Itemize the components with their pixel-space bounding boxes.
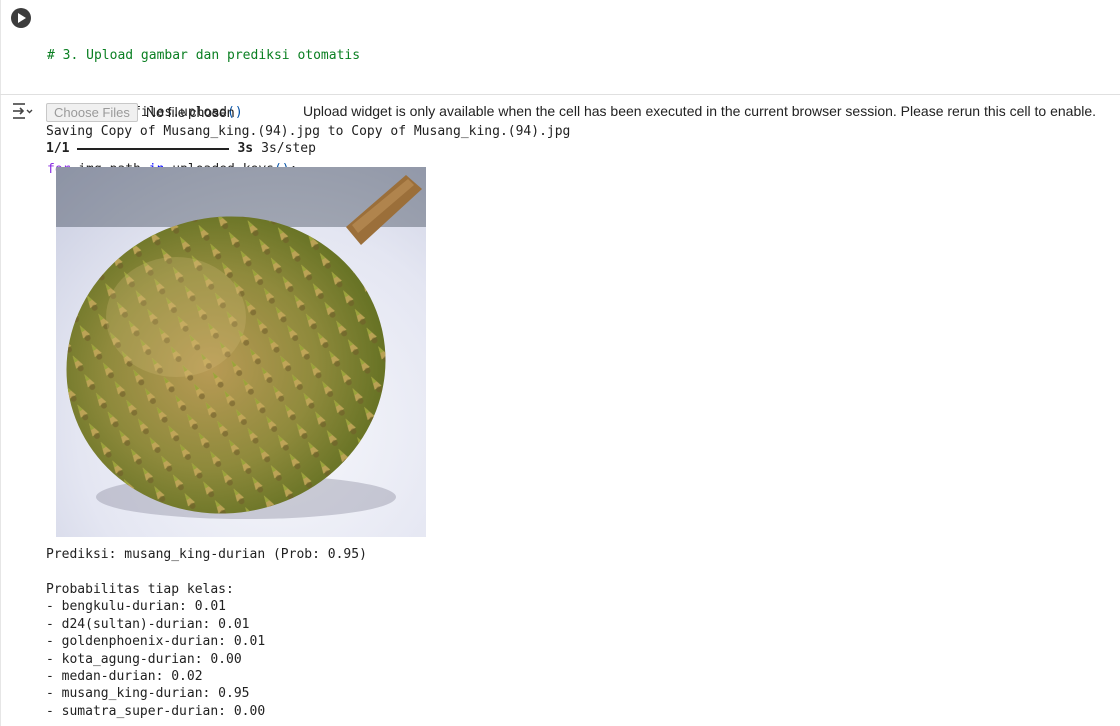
- durian-image: [56, 167, 426, 537]
- probability-row: - sumatra_super-durian: 0.00: [46, 703, 266, 719]
- probability-row: - bengkulu-durian: 0.01: [46, 599, 227, 615]
- upload-widget: Choose Files No file chosen: [46, 102, 235, 122]
- progress-step: 1/1: [46, 141, 70, 156]
- saving-line: Saving Copy of Musang_king.(94).jpg to C…: [46, 124, 571, 139]
- probability-row: - musang_king-durian: 0.95: [46, 686, 250, 702]
- choose-files-button[interactable]: Choose Files: [46, 102, 138, 122]
- probability-row: - goldenphoenix-durian: 0.01: [46, 634, 266, 650]
- code-comment: # 3. Upload gambar dan prediksi otomatis: [47, 48, 361, 63]
- code-paren: ): [234, 105, 243, 120]
- prediction-line: Prediksi: musang_king-durian (Prob: 0.95…: [46, 547, 367, 562]
- output-toggle-icon[interactable]: [11, 101, 33, 121]
- upload-message: Upload widget is only available when the…: [303, 103, 1097, 119]
- play-circle-icon[interactable]: [11, 8, 31, 28]
- progress-rate: 3s/step: [261, 141, 316, 156]
- cell-divider: [0, 94, 1120, 95]
- probability-row: - kota_agung-durian: 0.00: [46, 651, 242, 667]
- progress-line: 1/1 3s 3s/step: [46, 140, 316, 157]
- file-status-label: No file chosen: [145, 104, 235, 120]
- progress-time: 3s: [237, 141, 254, 156]
- cell-border: [0, 0, 1, 726]
- progress-bar: [77, 147, 230, 150]
- probability-header: Probabilitas tiap kelas:: [46, 582, 234, 597]
- code-line-1: # 3. Upload gambar dan prediksi otomatis: [47, 46, 1107, 65]
- probability-row: - d24(sultan)-durian: 0.01: [46, 616, 250, 632]
- probability-row: - medan-durian: 0.02: [46, 668, 203, 684]
- probability-list: Probabilitas tiap kelas: - bengkulu-duri…: [46, 581, 265, 720]
